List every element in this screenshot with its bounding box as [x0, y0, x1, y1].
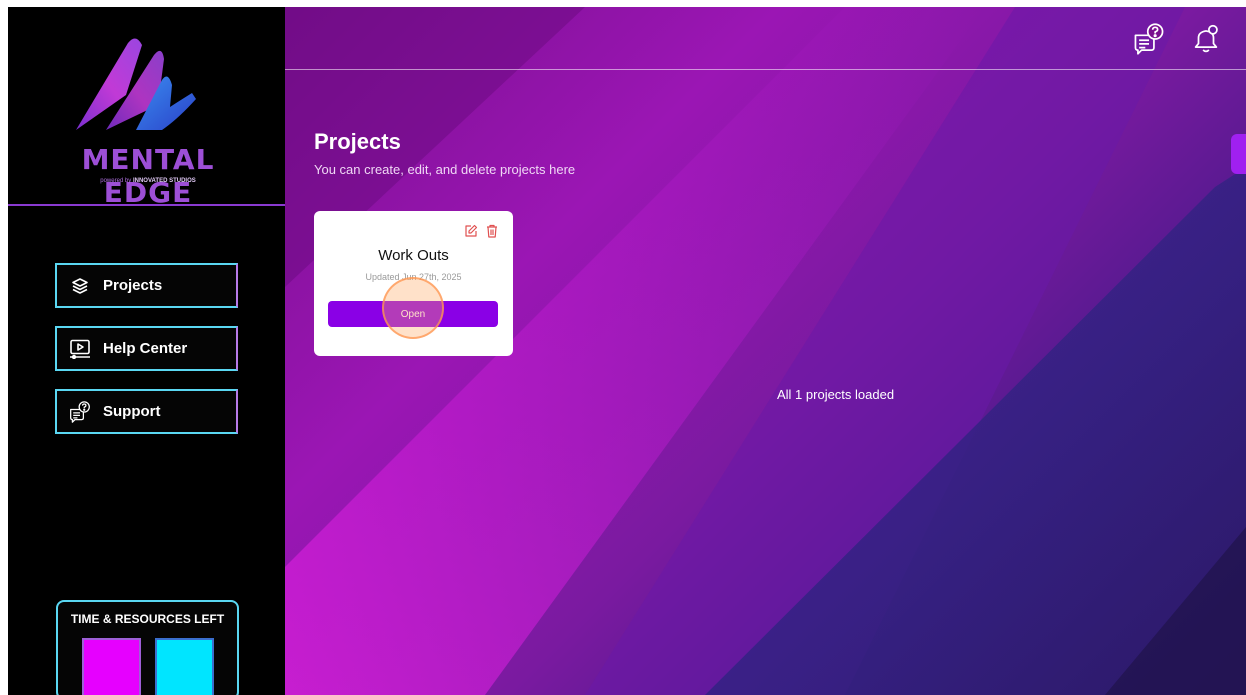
- logo-mark-icon: [76, 38, 196, 130]
- sidebar-item-support[interactable]: Support: [55, 389, 238, 434]
- brand-subtitle: powered by INNOVATED STUDIOS: [100, 178, 196, 184]
- project-card: Work Outs Updated Jun 27th, 2025 Open: [314, 211, 513, 356]
- app-frame: MENTAL EDGE powered by INNOVATED STUDIOS…: [8, 7, 1246, 695]
- main-content: Projects You can create, edit, and delet…: [285, 7, 1246, 695]
- open-project-button[interactable]: Open: [328, 301, 498, 327]
- project-name: Work Outs: [378, 247, 449, 264]
- time-resources-panel: TIME & RESOURCES LEFT: [56, 600, 239, 695]
- sidebar-item-help-center[interactable]: Help Center: [55, 326, 238, 371]
- video-play-icon: [69, 338, 91, 360]
- brand-title: MENTAL EDGE: [81, 143, 215, 209]
- time-resources-title: TIME & RESOURCES LEFT: [70, 612, 225, 626]
- sidebar-item-label: Support: [103, 403, 161, 420]
- sidebar-item-projects[interactable]: Projects: [55, 263, 238, 308]
- page-title: Projects: [314, 129, 401, 154]
- chat-question-icon: [69, 400, 91, 423]
- chat-question-icon: [1134, 23, 1164, 55]
- bell-icon: [1194, 24, 1218, 53]
- sidebar-divider: [8, 204, 285, 206]
- sidebar-item-label: Projects: [103, 277, 163, 294]
- header-help-button[interactable]: [1132, 22, 1166, 56]
- header-divider: [285, 69, 1246, 70]
- project-updated-date: Updated Jun 27th, 2025: [365, 272, 462, 282]
- projects-loaded-status: All 1 projects loaded: [777, 387, 895, 402]
- side-drawer-tab[interactable]: [1231, 134, 1246, 174]
- layers-icon: [69, 275, 91, 297]
- brand-logo[interactable]: MENTAL EDGE powered by INNOVATED STUDIOS: [38, 35, 258, 209]
- edit-icon[interactable]: [464, 224, 478, 238]
- sidebar-item-label: Help Center: [103, 340, 188, 357]
- page-subtitle: You can create, edit, and delete project…: [314, 162, 576, 177]
- trash-icon[interactable]: [486, 224, 498, 238]
- time-left-bar: [82, 638, 141, 695]
- resources-left-bar: [155, 638, 214, 695]
- sidebar: MENTAL EDGE powered by INNOVATED STUDIOS…: [8, 7, 285, 695]
- header-notifications-button[interactable]: [1189, 22, 1223, 56]
